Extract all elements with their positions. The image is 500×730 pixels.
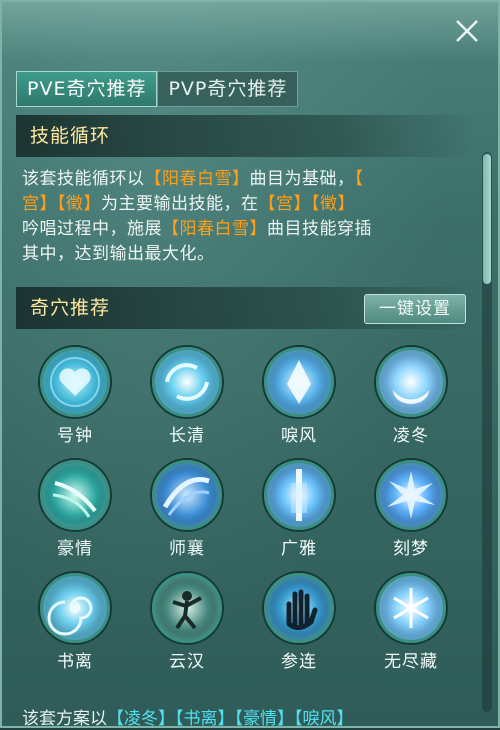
plan-summary-text: 该套方案以【凌冬】【书离】【豪情】【唳风】 bbox=[22, 709, 354, 729]
tab-bar: PVE奇穴推荐 PVP奇穴推荐 bbox=[16, 71, 299, 107]
content-area: 技能循环 该套技能循环以【阳春白雪】曲目为基础，【 宫】【徵】为主要输出技能，在… bbox=[16, 115, 474, 730]
talent-changqing[interactable]: 长清 bbox=[132, 343, 242, 456]
talent-canlian[interactable]: 参连 bbox=[244, 569, 354, 682]
talent-name: 唳风 bbox=[281, 426, 317, 446]
talent-name: 无尽藏 bbox=[384, 652, 438, 672]
rotation-description: 该套技能循环以【阳春白雪】曲目为基础，【 宫】【徵】为主要输出技能，在【宫】【徵… bbox=[16, 157, 474, 277]
talent-wujinzang[interactable]: 无尽藏 bbox=[356, 569, 466, 682]
talent-shuli[interactable]: 书离 bbox=[20, 569, 130, 682]
talent-kemeng[interactable]: 刻梦 bbox=[356, 456, 466, 569]
burst-icon bbox=[376, 460, 446, 530]
wave-slash-icon bbox=[152, 460, 222, 530]
talent-recommend-window: PVE奇穴推荐 PVP奇穴推荐 技能循环 该套技能循环以【阳春白雪】曲目为基础，… bbox=[0, 0, 500, 730]
talent-name: 云汉 bbox=[169, 652, 205, 672]
talent-name: 书离 bbox=[57, 652, 93, 672]
scrollbar[interactable] bbox=[482, 152, 492, 712]
talent-name: 参连 bbox=[281, 652, 317, 672]
talent-haozhong[interactable]: 号钟 bbox=[20, 343, 130, 456]
talent-lingdong[interactable]: 凌冬 bbox=[356, 343, 466, 456]
vortex-icon bbox=[152, 347, 222, 417]
talent-shixiang[interactable]: 师襄 bbox=[132, 456, 242, 569]
light-beam-icon bbox=[264, 460, 334, 530]
scroll-thumb[interactable] bbox=[483, 154, 491, 284]
tab-pvp[interactable]: PVP奇穴推荐 bbox=[157, 71, 299, 107]
talent-guangya[interactable]: 广雅 bbox=[244, 456, 354, 569]
talent-title: 奇穴推荐 bbox=[30, 297, 111, 319]
one-key-setup-button[interactable]: 一键设置 bbox=[364, 294, 466, 324]
talent-name: 豪情 bbox=[57, 539, 93, 559]
talent-name: 凌冬 bbox=[393, 426, 429, 446]
talent-name: 师襄 bbox=[169, 539, 205, 559]
spiral-icon bbox=[40, 573, 110, 643]
talent-grid: 号钟 长清 唳风 凌冬 豪情 师襄 广雅 刻梦 书离 云汉 参连 无尽藏 bbox=[20, 343, 474, 682]
wind-slash-icon bbox=[40, 460, 110, 530]
hand-icon bbox=[264, 573, 334, 643]
close-icon[interactable] bbox=[454, 18, 480, 44]
desc-line-1: 该套技能循环以【阳春白雪】曲目为基础，【 bbox=[22, 169, 364, 189]
desc-line-2: 宫】【徵】为主要输出技能，在【宫】【徵】 bbox=[22, 194, 355, 214]
talent-haoqing[interactable]: 豪情 bbox=[20, 456, 130, 569]
rotation-title: 技能循环 bbox=[30, 125, 111, 147]
desc-line-3: 吟唱过程中，施展【阳春白雪】曲目技能穿插 bbox=[22, 219, 372, 239]
tab-pve[interactable]: PVE奇穴推荐 bbox=[16, 71, 158, 107]
talent-header: 奇穴推荐 一键设置 bbox=[16, 287, 474, 329]
talent-name: 长清 bbox=[169, 426, 205, 446]
desc-line-4: 其中，达到输出最大化。 bbox=[22, 244, 215, 264]
snowflake-icon bbox=[376, 573, 446, 643]
crescent-icon bbox=[376, 347, 446, 417]
crystal-icon bbox=[264, 347, 334, 417]
rotation-header: 技能循环 bbox=[16, 115, 474, 157]
talent-name: 号钟 bbox=[57, 426, 93, 446]
talent-name: 广雅 bbox=[281, 539, 317, 559]
talent-name: 刻梦 bbox=[393, 539, 429, 559]
heart-swirl-icon bbox=[40, 347, 110, 417]
top-ornament bbox=[2, 2, 498, 60]
talent-yunhan[interactable]: 云汉 bbox=[132, 569, 242, 682]
talent-lifeng[interactable]: 唳风 bbox=[244, 343, 354, 456]
warrior-icon bbox=[152, 573, 222, 643]
